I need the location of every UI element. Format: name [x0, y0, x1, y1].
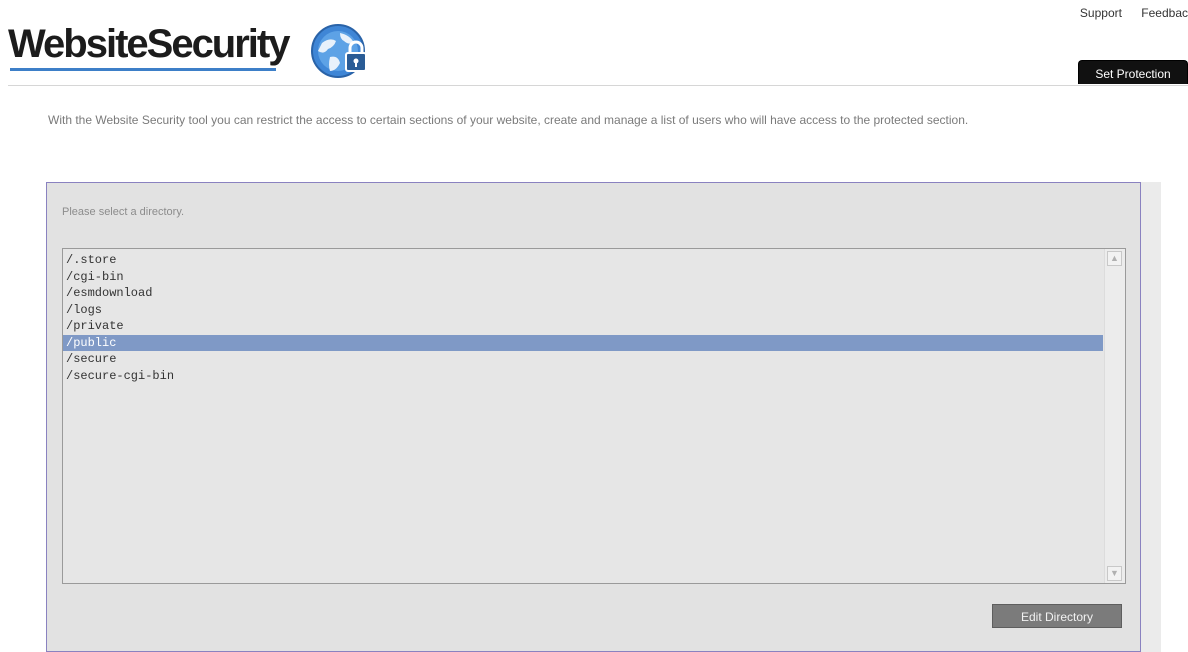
intro-text: With the Website Security tool you can r…	[48, 113, 969, 127]
list-item[interactable]: /public	[63, 334, 1103, 351]
feedback-link[interactable]: Feedbac	[1141, 6, 1188, 20]
edit-directory-button[interactable]: Edit Directory	[992, 604, 1122, 628]
top-links: Support Feedbac	[1064, 6, 1188, 20]
panel-side-strip	[1141, 182, 1161, 652]
list-item[interactable]: /secure-cgi-bin	[63, 368, 1103, 385]
list-item[interactable]: /.store	[63, 252, 1103, 269]
scroll-up-arrow-icon[interactable]: ▲	[1107, 251, 1122, 266]
list-item[interactable]: /secure	[63, 351, 1103, 368]
select-directory-prompt: Please select a directory.	[62, 206, 185, 218]
listbox-scrollbar[interactable]: ▲ ▼	[1104, 249, 1125, 583]
list-item[interactable]: /private	[63, 318, 1103, 335]
directory-list: /.store /cgi-bin /esmdownload /logs /pri…	[63, 252, 1103, 384]
directory-listbox[interactable]: /.store /cgi-bin /esmdownload /logs /pri…	[62, 248, 1126, 584]
header-divider	[8, 85, 1188, 86]
globe-lock-icon	[311, 24, 367, 78]
tab-set-protection[interactable]: Set Protection	[1078, 60, 1188, 84]
support-link[interactable]: Support	[1080, 6, 1122, 20]
logo-text: WebsiteSecurity	[8, 22, 290, 66]
logo-underline	[10, 68, 276, 71]
list-item[interactable]: /esmdownload	[63, 285, 1103, 302]
website-security-logo: WebsiteSecurity	[8, 18, 378, 78]
list-item[interactable]: /logs	[63, 302, 1103, 319]
list-item[interactable]: /cgi-bin	[63, 269, 1103, 286]
scroll-down-arrow-icon[interactable]: ▼	[1107, 566, 1122, 581]
